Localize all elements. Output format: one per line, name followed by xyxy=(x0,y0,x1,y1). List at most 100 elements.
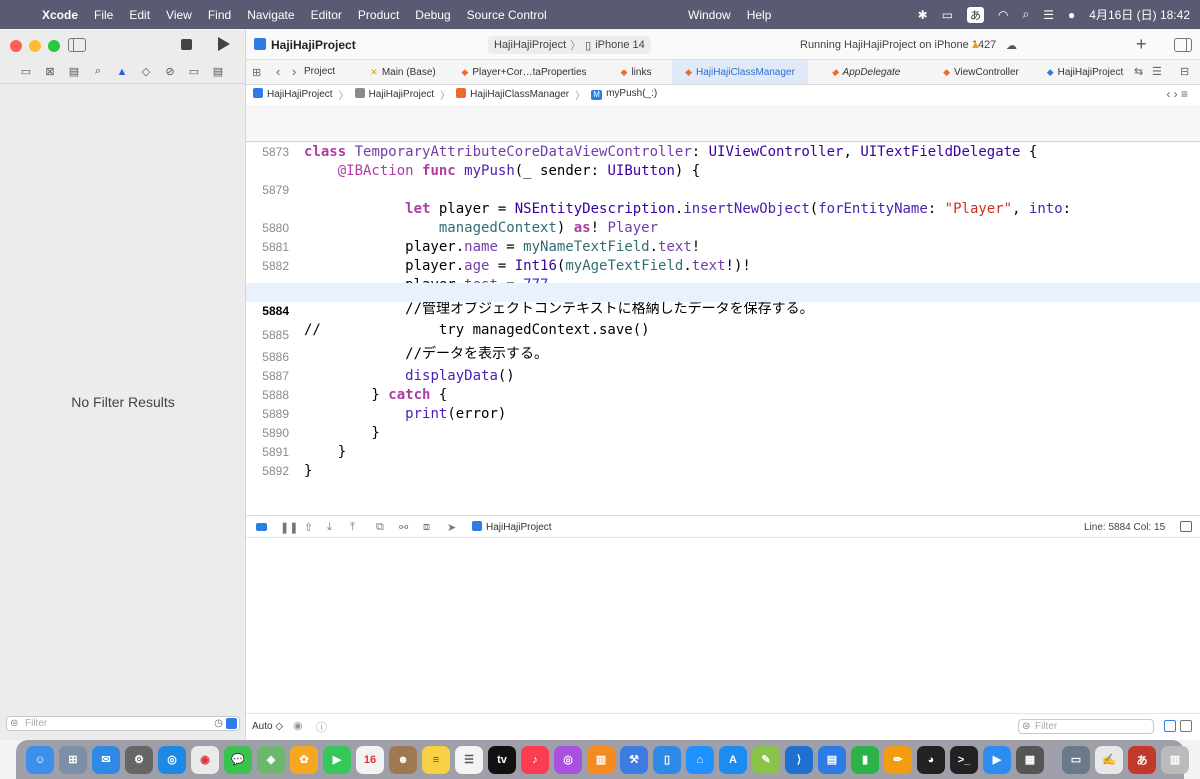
step-out-icon[interactable]: ⤒ xyxy=(350,521,355,534)
contacts-icon[interactable]: ☻ xyxy=(389,745,417,774)
run-icon[interactable] xyxy=(218,37,230,51)
dictionary-icon[interactable]: あ xyxy=(1128,745,1156,774)
menubar-clock[interactable]: 4月16日 (日) 18:42 xyxy=(1089,6,1190,23)
back-icon[interactable]: ‹ xyxy=(276,64,280,79)
pause-icon[interactable]: ❚❚ xyxy=(280,521,298,534)
tab-main-base[interactable]: ✕ Main (Base) xyxy=(358,60,448,84)
find-icon[interactable]: ⌕ xyxy=(86,65,110,78)
launchpad-icon[interactable]: ⊞ xyxy=(59,745,87,774)
menu-product[interactable]: Product xyxy=(350,8,407,22)
step-over-icon[interactable]: ⇧ xyxy=(304,521,313,534)
zoom-window-button[interactable] xyxy=(48,40,60,52)
debug-target[interactable]: HajiHajiProject xyxy=(472,521,552,533)
terminal-icon[interactable]: >_ xyxy=(950,745,978,774)
music-icon[interactable]: ♪ xyxy=(521,745,549,774)
photos-icon[interactable]: ✿ xyxy=(290,745,318,774)
tab-links[interactable]: ◆ links xyxy=(606,60,666,84)
maps-icon[interactable]: ◈ xyxy=(257,745,285,774)
control-center-icon[interactable]: ☰ xyxy=(1043,8,1054,22)
stop-icon[interactable] xyxy=(181,39,192,50)
menu-find[interactable]: Find xyxy=(200,8,239,22)
menu-editor[interactable]: Editor xyxy=(303,8,350,22)
vscode-icon[interactable]: ⟩ xyxy=(785,745,813,774)
step-into-icon[interactable]: ⤓ xyxy=(327,521,332,534)
editor-options-icon[interactable]: ☰ xyxy=(1152,65,1162,78)
warning-count[interactable]: ▲ 27 xyxy=(970,39,996,51)
memory-graph-icon[interactable]: ⚯ xyxy=(399,521,408,534)
environment-overrides-icon[interactable]: ⧈ xyxy=(423,521,430,534)
add-editor-icon[interactable]: ⊟ xyxy=(1180,65,1189,78)
project-title[interactable]: HajiHajiProject xyxy=(271,38,356,52)
reminders-icon[interactable]: ☰ xyxy=(455,745,483,774)
menu-window[interactable]: Window xyxy=(680,8,739,22)
battery-icon[interactable]: ▭ xyxy=(942,8,953,22)
simulate-location-icon[interactable]: ➤ xyxy=(447,521,456,534)
zoom-icon[interactable]: ▶ xyxy=(983,745,1011,774)
tab-hajihaji-project[interactable]: ◆ HajiHajiProject xyxy=(1038,60,1132,84)
siri-icon[interactable]: ● xyxy=(1068,8,1075,22)
numbers-icon[interactable]: ▮ xyxy=(851,745,879,774)
calculator-icon[interactable]: ▦ xyxy=(1016,745,1044,774)
script-editor-icon[interactable]: ✎ xyxy=(752,745,780,774)
notes-icon[interactable]: ≡ xyxy=(422,745,450,774)
textedit-icon[interactable]: ✍ xyxy=(1095,745,1123,774)
source-control-icon[interactable]: ⊠ xyxy=(38,65,62,78)
split-editor-icon[interactable]: ⇆ xyxy=(1134,65,1143,78)
add-library-icon[interactable]: + xyxy=(1136,34,1147,55)
app-store-icon[interactable]: A xyxy=(719,745,747,774)
bluetooth-icon[interactable]: ✱ xyxy=(918,8,928,22)
cloud-icon[interactable]: ☁ xyxy=(1006,39,1017,52)
report-icon[interactable]: ▤ xyxy=(206,65,230,78)
eye-icon[interactable]: ◉ xyxy=(293,719,303,732)
chrome-icon[interactable]: ◉ xyxy=(191,745,219,774)
forward-icon[interactable]: › xyxy=(292,64,296,79)
toggle-navigator-icon[interactable] xyxy=(68,38,86,52)
wifi-icon[interactable]: ◠ xyxy=(998,8,1008,22)
preview-icon[interactable]: ▭ xyxy=(1062,745,1090,774)
menu-navigate[interactable]: Navigate xyxy=(239,8,302,22)
tab-player-coredata[interactable]: ◆ Player+Cor…taProperties xyxy=(460,60,588,84)
info-icon[interactable]: ⓘ xyxy=(316,719,327,735)
breakpoint-icon[interactable]: ▭ xyxy=(182,65,206,78)
hide-debug-area-icon[interactable] xyxy=(256,523,267,531)
scope-toggle-icon[interactable] xyxy=(226,718,237,729)
close-window-button[interactable] xyxy=(10,40,22,52)
tab-view-controller[interactable]: ◆ ViewController xyxy=(926,60,1036,84)
scheme-name[interactable]: HajiHajiProject xyxy=(494,39,566,51)
issue-icon[interactable]: ▲ xyxy=(110,66,134,78)
navigator-filter-field[interactable]: ⊜ Filter ◷ xyxy=(6,716,240,731)
tab-app-delegate[interactable]: ◆ AppDelegate xyxy=(816,60,916,84)
keynote-icon[interactable]: ▤ xyxy=(818,745,846,774)
debug-icon[interactable]: ⊘ xyxy=(158,65,182,78)
console-toggle-icon[interactable] xyxy=(1180,521,1192,532)
view-hierarchy-icon[interactable]: ⧉ xyxy=(376,521,384,534)
menu-debug[interactable]: Debug xyxy=(407,8,458,22)
xcode-dock-icon[interactable]: ⚒ xyxy=(620,745,648,774)
issue-navigation-arrows[interactable]: ‹ › ≡ xyxy=(1166,87,1188,101)
podcasts-icon[interactable]: ◎ xyxy=(554,745,582,774)
calendar-icon[interactable]: 16 xyxy=(356,745,384,774)
variables-scope-select[interactable]: Auto ◇ xyxy=(252,721,283,732)
messages-icon[interactable]: 💬 xyxy=(224,745,252,774)
input-method-icon[interactable]: あ xyxy=(967,6,985,23)
toggle-inspector-icon[interactable] xyxy=(1174,38,1192,52)
github-desktop-icon[interactable]: ◕ xyxy=(917,745,945,774)
breadcrumb-method[interactable]: MmyPush(_:) xyxy=(591,88,657,100)
menu-file[interactable]: File xyxy=(86,8,121,22)
tab-hajihaji-class-manager[interactable]: ◆ HajiHajiClassManager xyxy=(672,60,808,84)
tv-icon[interactable]: tv xyxy=(488,745,516,774)
facetime-icon[interactable]: ▶ xyxy=(323,745,351,774)
trash-icon[interactable]: ▥ xyxy=(1161,745,1189,774)
breadcrumb-file[interactable]: HajiHajiClassManager xyxy=(456,88,569,100)
menu-app-name[interactable]: Xcode xyxy=(38,8,86,22)
console-output[interactable] xyxy=(246,538,1200,713)
menu-source-control[interactable]: Source Control xyxy=(459,8,555,22)
xcode-instruments-icon[interactable]: ⌂ xyxy=(686,745,714,774)
simulator-icon[interactable]: ▯ xyxy=(653,745,681,774)
recent-files-icon[interactable]: ◷ xyxy=(214,717,223,730)
spotlight-search-icon[interactable]: ⌕ xyxy=(1023,7,1030,22)
menu-edit[interactable]: Edit xyxy=(121,8,158,22)
related-items-icon[interactable]: ⊞ xyxy=(252,66,261,79)
mail-icon[interactable]: ✉ xyxy=(92,745,120,774)
test-icon[interactable]: ◇ xyxy=(134,65,158,78)
